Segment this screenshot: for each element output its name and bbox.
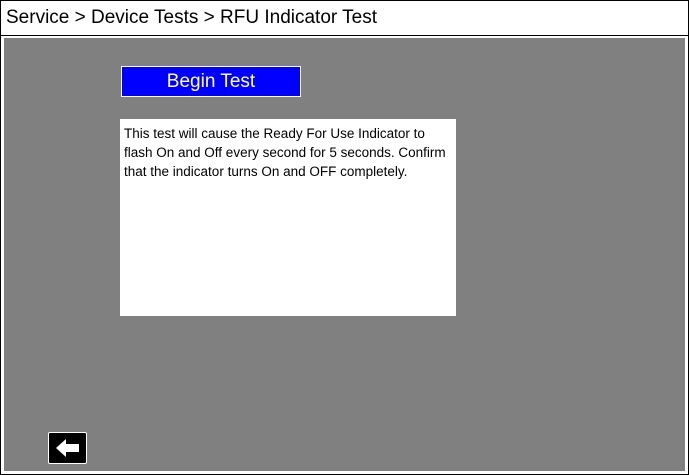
back-button[interactable]: [48, 432, 87, 464]
breadcrumb: Service > Device Tests > RFU Indicator T…: [6, 7, 378, 28]
test-description-text: This test will cause the Ready For Use I…: [124, 126, 446, 179]
begin-test-button[interactable]: Begin Test: [121, 66, 301, 97]
arrow-left-icon: [55, 439, 79, 457]
content-panel: Begin Test This test will cause the Read…: [4, 38, 685, 471]
title-bar: Service > Device Tests > RFU Indicator T…: [1, 1, 688, 36]
test-description-box: This test will cause the Ready For Use I…: [120, 119, 456, 316]
screen-frame: Service > Device Tests > RFU Indicator T…: [0, 0, 689, 475]
